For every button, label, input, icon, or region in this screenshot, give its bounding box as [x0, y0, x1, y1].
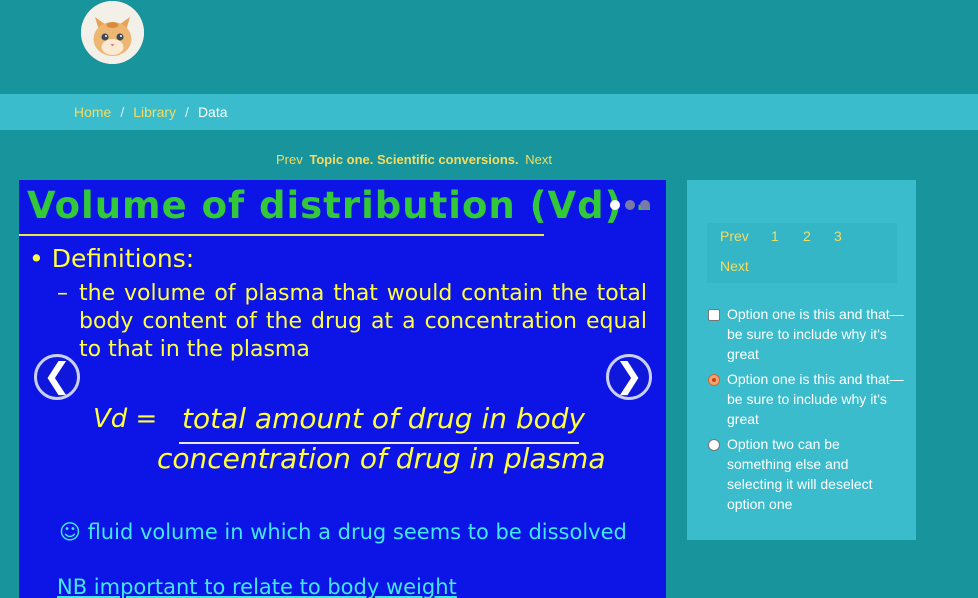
- carousel-indicators: [610, 195, 655, 214]
- formula-denominator: concentration of drug in plasma: [157, 442, 606, 475]
- topic-title: Topic one. Scientific conversions.: [309, 152, 519, 167]
- pagination: Prev 1 2 3 Next: [707, 223, 897, 283]
- chevron-left-icon: ❮: [42, 356, 72, 396]
- slide-title: Volume of distribution (Vd) - 1: [27, 184, 666, 227]
- carousel-indicator-2[interactable]: [625, 200, 635, 210]
- pagination-next[interactable]: Next: [720, 258, 749, 274]
- slide-title-underline: [19, 234, 544, 236]
- pagination-page-1[interactable]: 1: [771, 228, 779, 244]
- definition-text: the volume of plasma that would contain …: [79, 281, 647, 362]
- carousel-next-button[interactable]: ❯: [606, 354, 652, 400]
- options-group: Option one is this and that—be sure to i…: [707, 304, 907, 519]
- breadcrumb-home-link[interactable]: Home: [74, 104, 111, 120]
- formula-lhs: Vd =: [93, 404, 158, 434]
- carousel-prev-button[interactable]: ❮: [34, 354, 80, 400]
- formula-numerator: total amount of drug in body: [182, 402, 586, 435]
- slide-definition: – the volume of plasma that would contai…: [57, 280, 647, 364]
- topic-navigation: Prev Topic one. Scientific conversions. …: [276, 152, 552, 167]
- option-checkbox-1[interactable]: Option one is this and that—be sure to i…: [707, 304, 907, 364]
- breadcrumb-separator: /: [185, 104, 189, 120]
- radio-button[interactable]: [708, 439, 720, 451]
- breadcrumb-current: Data: [197, 104, 228, 120]
- definition-dash: –: [57, 281, 68, 306]
- option-radio-2[interactable]: Option two can be something else and sel…: [707, 434, 907, 514]
- radio-button-selected[interactable]: [708, 374, 720, 386]
- option-label: Option two can be something else and sel…: [727, 436, 873, 512]
- avatar[interactable]: [81, 1, 144, 64]
- slide-definitions-label: • Definitions:: [29, 244, 195, 273]
- slide-fluid-note: ☺ fluid volume in which a drug seems to …: [59, 520, 627, 544]
- carousel-indicator-3[interactable]: [640, 200, 650, 210]
- chevron-right-icon: ❯: [614, 356, 644, 396]
- checkbox[interactable]: [708, 309, 720, 321]
- slide-carousel: Volume of distribution (Vd) - 1 • Defini…: [19, 180, 666, 598]
- topic-next-link[interactable]: Next: [525, 152, 552, 167]
- breadcrumb: Home / Library / Data: [74, 104, 228, 120]
- breadcrumb-library-link[interactable]: Library: [133, 104, 176, 120]
- slide-nb-note: NB important to relate to body weight: [57, 575, 457, 598]
- option-label: Option one is this and that—be sure to i…: [727, 371, 904, 427]
- top-header: [0, 0, 978, 94]
- kitten-avatar-image: [81, 1, 144, 64]
- topic-prev-link[interactable]: Prev: [276, 152, 303, 167]
- breadcrumb-bar: Home / Library / Data: [0, 94, 978, 130]
- carousel-indicator-1[interactable]: [610, 200, 620, 210]
- pagination-page-2[interactable]: 2: [803, 228, 811, 244]
- option-label: Option one is this and that—be sure to i…: [727, 306, 904, 362]
- pagination-page-3[interactable]: 3: [834, 228, 842, 244]
- option-radio-1[interactable]: Option one is this and that—be sure to i…: [707, 369, 907, 429]
- sidebar-panel: Prev 1 2 3 Next Option one is this and t…: [687, 180, 916, 540]
- pagination-prev[interactable]: Prev: [720, 228, 749, 244]
- breadcrumb-separator: /: [120, 104, 125, 120]
